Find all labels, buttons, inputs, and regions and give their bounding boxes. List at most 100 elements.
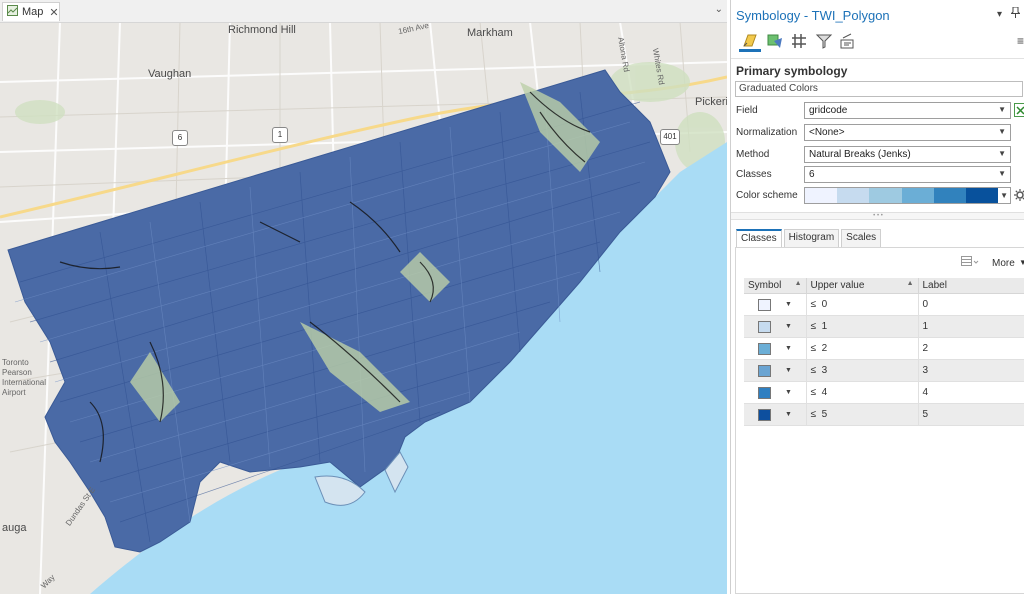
upper-value-text: 5	[821, 409, 828, 420]
symbol-swatch[interactable]	[758, 298, 771, 311]
method-select[interactable]: Natural Breaks (Jenks) ▼	[804, 146, 1011, 163]
upper-value-cell[interactable]: ≤ 0	[806, 293, 919, 316]
symbol-swatch[interactable]	[758, 408, 771, 421]
class-row[interactable]: ▼ ≤ 22	[744, 337, 1024, 360]
more-button[interactable]: More	[992, 258, 1015, 269]
symbol-cell[interactable]: ▼	[744, 337, 807, 360]
map-label-pearson: Toronto Pearson International Airport	[2, 358, 47, 397]
symbol-cell[interactable]: ▼	[744, 315, 807, 338]
upper-value-cell[interactable]: ≤ 5	[806, 403, 919, 426]
upper-value-operator: ≤	[810, 343, 817, 354]
map-label-pickering: Pickeri	[695, 96, 727, 108]
upper-value-column-header[interactable]: Upper value ▲	[806, 278, 919, 294]
label-cell[interactable]: 4	[918, 381, 1024, 404]
gear-icon[interactable]	[1014, 189, 1024, 204]
more-row: More ▼	[736, 256, 1024, 272]
pane-options-chevron-icon[interactable]: ▾	[997, 9, 1002, 20]
upper-value-cell[interactable]: ≤ 2	[806, 337, 919, 360]
renderer-select[interactable]: Graduated Colors	[735, 81, 1023, 97]
classes-value: 6	[809, 169, 815, 180]
label-text: 1	[922, 321, 929, 332]
label-cell[interactable]: 3	[918, 359, 1024, 382]
label-text: 3	[922, 365, 929, 376]
symbol-column-header[interactable]: Symbol ▲	[744, 278, 807, 294]
symbology-sub-tabs: Classes Histogram Scales	[736, 229, 882, 247]
expression-icon[interactable]	[1014, 103, 1024, 117]
symbol-cell[interactable]: ▼	[744, 359, 807, 382]
map-pane[interactable]: Map ✕ ⌄ Richmond Hill Markham Vaughan Pi…	[0, 0, 727, 594]
tab-classes[interactable]: Classes	[736, 229, 782, 247]
upper-value-operator: ≤	[810, 409, 817, 420]
chevron-down-icon: ▼	[998, 127, 1006, 136]
color-scheme-select[interactable]: ▼	[804, 187, 1011, 204]
chevron-down-icon[interactable]: ▼	[785, 367, 792, 374]
advanced-symbology-icon[interactable]	[837, 30, 859, 52]
upper-value-text: 0	[821, 299, 828, 310]
highway-401-shield: 401	[660, 129, 680, 145]
label-cell[interactable]: 2	[918, 337, 1024, 360]
upper-value-text: 2	[821, 343, 828, 354]
label-column-header[interactable]: Label	[918, 278, 1024, 294]
chevron-down-icon[interactable]: ▼	[785, 323, 792, 330]
field-select[interactable]: gridcode ▼	[804, 102, 1011, 119]
splitter-handle[interactable]: • • •	[731, 212, 1024, 220]
map-tab-bar: Map ✕ ⌄	[0, 0, 727, 23]
filter-icon[interactable]	[813, 30, 835, 52]
symbol-layers-icon[interactable]	[788, 30, 810, 52]
upper-value-operator: ≤	[810, 365, 817, 376]
map-tab-label: Map	[22, 6, 44, 18]
chevron-down-icon: ▼	[998, 169, 1006, 178]
color-ramp-segment	[805, 188, 838, 203]
label-cell[interactable]: 0	[918, 293, 1024, 316]
upper-value-operator: ≤	[810, 299, 817, 310]
normalization-label: Normalization	[736, 127, 798, 138]
close-tab-icon[interactable]: ✕	[49, 6, 58, 19]
symbol-swatch[interactable]	[758, 364, 771, 377]
map-tab[interactable]: Map ✕	[2, 2, 60, 21]
field-label: Field	[736, 105, 758, 116]
map-canvas[interactable]: Richmond Hill Markham Vaughan Pickeri 1 6…	[0, 21, 727, 594]
label-cell[interactable]: 1	[918, 315, 1024, 338]
chevron-down-icon[interactable]: ▼	[785, 345, 792, 352]
normalization-select[interactable]: <None> ▼	[804, 124, 1011, 141]
color-ramp-segment	[965, 188, 999, 203]
map-label-richmond-hill: Richmond Hill	[228, 24, 296, 36]
label-text: 4	[922, 387, 929, 398]
class-row[interactable]: ▼ ≤ 00	[744, 293, 1024, 316]
upper-value-cell[interactable]: ≤ 3	[806, 359, 919, 382]
symbol-swatch[interactable]	[758, 320, 771, 333]
symbol-cell[interactable]: ▼	[744, 293, 807, 316]
pin-pane-icon[interactable]	[1010, 6, 1021, 21]
symbol-swatch[interactable]	[758, 342, 771, 355]
chevron-down-icon[interactable]: ▼	[785, 411, 792, 418]
chevron-down-icon[interactable]: ▼	[785, 301, 792, 308]
label-text: 5	[922, 409, 929, 420]
grid-options-icon[interactable]	[961, 256, 979, 270]
more-chevron-icon[interactable]: ▼	[1019, 258, 1024, 267]
upper-value-cell[interactable]: ≤ 1	[806, 315, 919, 338]
tab-histogram[interactable]: Histogram	[783, 229, 840, 247]
normalization-value: <None>	[809, 127, 845, 138]
symbol-swatch[interactable]	[758, 386, 771, 399]
symbology-pane: Symbology - TWI_Polygon ▾ ≡ Primary symb…	[730, 0, 1024, 594]
symbol-cell[interactable]: ▼	[744, 403, 807, 426]
upper-value-cell[interactable]: ≤ 4	[806, 381, 919, 404]
primary-symbology-icon[interactable]	[739, 30, 761, 52]
chevron-down-icon[interactable]: ▼	[785, 389, 792, 396]
class-row[interactable]: ▼ ≤ 11	[744, 315, 1024, 338]
classes-table: Symbol ▲ Upper value ▲ Label ▼ ≤ 0 0 ▼ ≤ 1 1 ▼ ≤ …	[744, 278, 1024, 426]
primary-symbology-heading: Primary symbology	[736, 64, 848, 78]
symbology-title-bar: Symbology - TWI_Polygon ▾	[731, 0, 1024, 26]
symbol-cell[interactable]: ▼	[744, 381, 807, 404]
tab-scales[interactable]: Scales	[841, 229, 882, 247]
classes-select[interactable]: 6 ▼	[804, 166, 1011, 183]
color-ramp-segment	[933, 188, 966, 203]
toolbar-menu-icon[interactable]: ≡	[1017, 34, 1024, 48]
vary-symbology-icon[interactable]	[764, 30, 786, 52]
tab-list-chevron-icon[interactable]: ⌄	[715, 4, 723, 15]
label-cell[interactable]: 5	[918, 403, 1024, 426]
class-row[interactable]: ▼ ≤ 55	[744, 403, 1024, 426]
color-ramp-segment	[837, 188, 870, 203]
class-row[interactable]: ▼ ≤ 44	[744, 381, 1024, 404]
class-row[interactable]: ▼ ≤ 33	[744, 359, 1024, 382]
